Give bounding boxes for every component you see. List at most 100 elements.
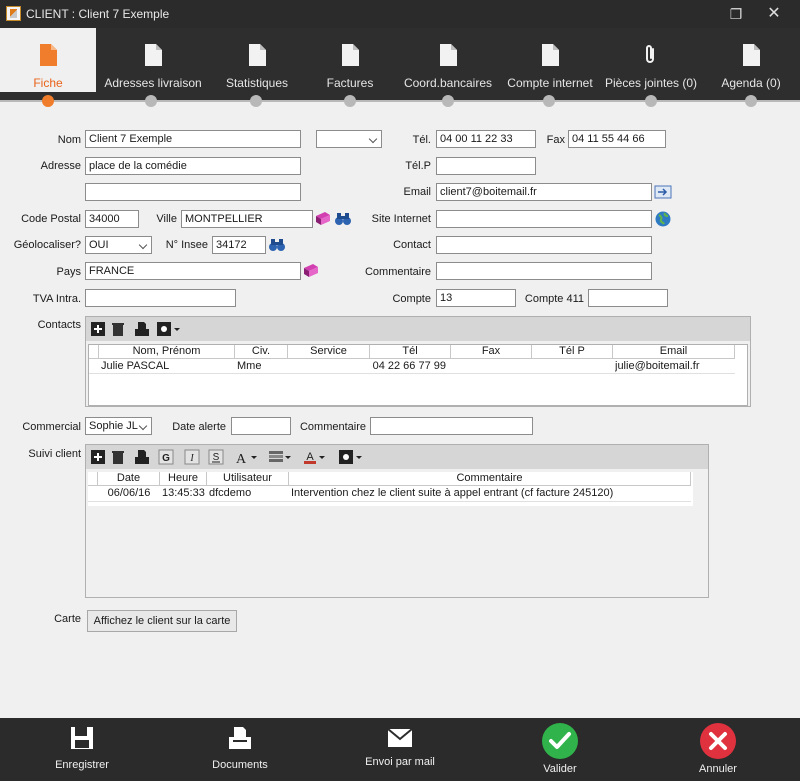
column-header[interactable]: Heure — [160, 472, 207, 486]
table-cell — [290, 359, 368, 373]
contacts-panel: Nom, Prénom Civ. Service Tél Fax Tél P E… — [85, 316, 751, 407]
column-header[interactable]: Utilisateur — [207, 472, 289, 486]
italic-icon[interactable]: I — [184, 449, 200, 465]
check-icon — [542, 723, 578, 759]
geolocaliser-select[interactable]: OUI — [85, 236, 152, 254]
chevron-down-icon[interactable] — [284, 449, 292, 465]
close-button[interactable]: ✕ — [760, 4, 788, 24]
font-size-icon[interactable]: A — [234, 449, 250, 465]
window-title: CLIENT : Client 7 Exemple — [26, 7, 170, 21]
tel-field[interactable]: 04 00 11 22 33 — [436, 130, 536, 148]
column-header[interactable]: Fax — [451, 345, 532, 359]
column-header[interactable]: Civ. — [235, 345, 288, 359]
compte-field[interactable]: 13 — [436, 289, 516, 307]
insee-field[interactable]: 34172 — [212, 236, 266, 254]
chevron-down-icon[interactable] — [355, 449, 363, 465]
trash-icon[interactable] — [110, 321, 126, 337]
add-icon[interactable] — [90, 449, 106, 465]
column-header[interactable]: Email — [613, 345, 735, 359]
tab-label: Adresses livraison — [104, 76, 202, 90]
printer-icon[interactable] — [134, 449, 150, 465]
email-label: Email — [403, 186, 431, 198]
table-row[interactable]: 06/06/16 13:45:33 dfcdemo Intervention c… — [88, 486, 691, 502]
column-header[interactable]: Commentaire — [289, 472, 691, 486]
restore-button[interactable]: ❐ — [722, 4, 750, 24]
column-header[interactable]: Date — [98, 472, 160, 486]
telp-field[interactable] — [436, 157, 536, 175]
table-cell — [453, 359, 531, 373]
send-email-icon[interactable] — [654, 183, 672, 201]
send-mail-button[interactable]: Envoi par mail — [355, 718, 445, 781]
export-icon[interactable] — [156, 321, 172, 337]
font-color-icon[interactable]: A — [302, 449, 318, 465]
table-row[interactable]: Julie PASCAL Mme 04 22 66 77 99 julie@bo… — [89, 359, 735, 374]
tab-factures[interactable]: Factures — [308, 28, 392, 92]
date-alerte-field[interactable] — [231, 417, 291, 435]
background-color-icon[interactable] — [268, 449, 284, 465]
book-icon[interactable] — [314, 210, 332, 228]
column-header[interactable]: Tél P — [532, 345, 613, 359]
tab-label: Statistiques — [225, 76, 289, 90]
commentaire-field[interactable] — [436, 262, 652, 280]
underline-icon[interactable]: S — [208, 449, 224, 465]
fax-field[interactable]: 04 11 55 44 66 — [568, 130, 666, 148]
tab-pieces-jointes[interactable]: Pièces jointes (0) — [604, 28, 698, 92]
tab-agenda[interactable]: Agenda (0) — [708, 28, 794, 92]
printer-icon[interactable] — [134, 321, 150, 337]
code-postal-label: Code Postal — [21, 213, 81, 225]
mail-icon — [387, 728, 413, 747]
tab-compte-internet[interactable]: Compte internet — [502, 28, 598, 92]
timeline-dot — [250, 95, 262, 107]
email-field[interactable]: client7@boitemail.fr — [436, 183, 652, 201]
commercial-commentaire-field[interactable] — [370, 417, 533, 435]
chevron-down-icon[interactable] — [318, 449, 326, 465]
adresse2-field[interactable] — [85, 183, 301, 201]
binoculars-icon[interactable] — [334, 210, 352, 228]
tab-coord-bancaires[interactable]: Coord.bancaires — [400, 28, 496, 92]
paperclip-icon — [646, 45, 654, 63]
contacts-label: Contacts — [37, 319, 81, 331]
compte411-field[interactable] — [588, 289, 668, 307]
tab-adresses-livraison[interactable]: Adresses livraison — [100, 28, 206, 92]
adresse-field[interactable]: place de la comédie — [85, 157, 301, 175]
pays-field[interactable]: FRANCE — [85, 262, 301, 280]
tab-statistiques[interactable]: Statistiques — [212, 28, 302, 92]
bold-icon[interactable]: G — [158, 449, 174, 465]
cancel-button[interactable]: Annuler — [678, 718, 758, 781]
column-header[interactable]: Tél — [370, 345, 451, 359]
contact-label: Contact — [393, 239, 431, 251]
civilite-select[interactable] — [316, 130, 382, 148]
title-bar: CLIENT : Client 7 Exemple ❐ ✕ — [0, 0, 800, 28]
export-icon[interactable] — [338, 449, 354, 465]
insee-label: N° Insee — [165, 239, 208, 251]
contact-field[interactable] — [436, 236, 652, 254]
trash-icon[interactable] — [110, 449, 126, 465]
table-cell: Mme — [237, 360, 262, 372]
validate-button[interactable]: Valider — [520, 718, 600, 781]
row-selector-header — [89, 345, 99, 359]
chevron-down-icon[interactable] — [250, 449, 258, 465]
show-map-button[interactable]: Affichez le client sur la carte — [87, 610, 237, 632]
ville-field[interactable]: MONTPELLIER — [181, 210, 313, 228]
geolocaliser-label: Géolocaliser? — [13, 239, 81, 251]
pays-label: Pays — [56, 266, 81, 278]
chevron-down-icon[interactable] — [173, 321, 181, 337]
document-icon — [40, 44, 57, 66]
column-header[interactable]: Nom, Prénom — [99, 345, 235, 359]
tva-field[interactable] — [85, 289, 236, 307]
save-label: Enregistrer — [55, 759, 109, 771]
contacts-toolbar — [86, 317, 750, 341]
save-button[interactable]: Enregistrer — [42, 718, 122, 781]
nom-field[interactable]: Client 7 Exemple — [85, 130, 301, 148]
book-icon[interactable] — [302, 262, 320, 280]
code-postal-field[interactable]: 34000 — [85, 210, 139, 228]
binoculars-icon[interactable] — [268, 236, 286, 254]
add-icon[interactable] — [90, 321, 106, 337]
tab-fiche[interactable]: Fiche — [0, 28, 96, 92]
column-header[interactable]: Service — [288, 345, 370, 359]
site-internet-field[interactable] — [436, 210, 652, 228]
documents-button[interactable]: Documents — [200, 718, 280, 781]
table-cell: Julie PASCAL — [101, 360, 170, 372]
commercial-select[interactable]: Sophie JL — [85, 417, 152, 435]
globe-icon[interactable] — [654, 210, 672, 228]
